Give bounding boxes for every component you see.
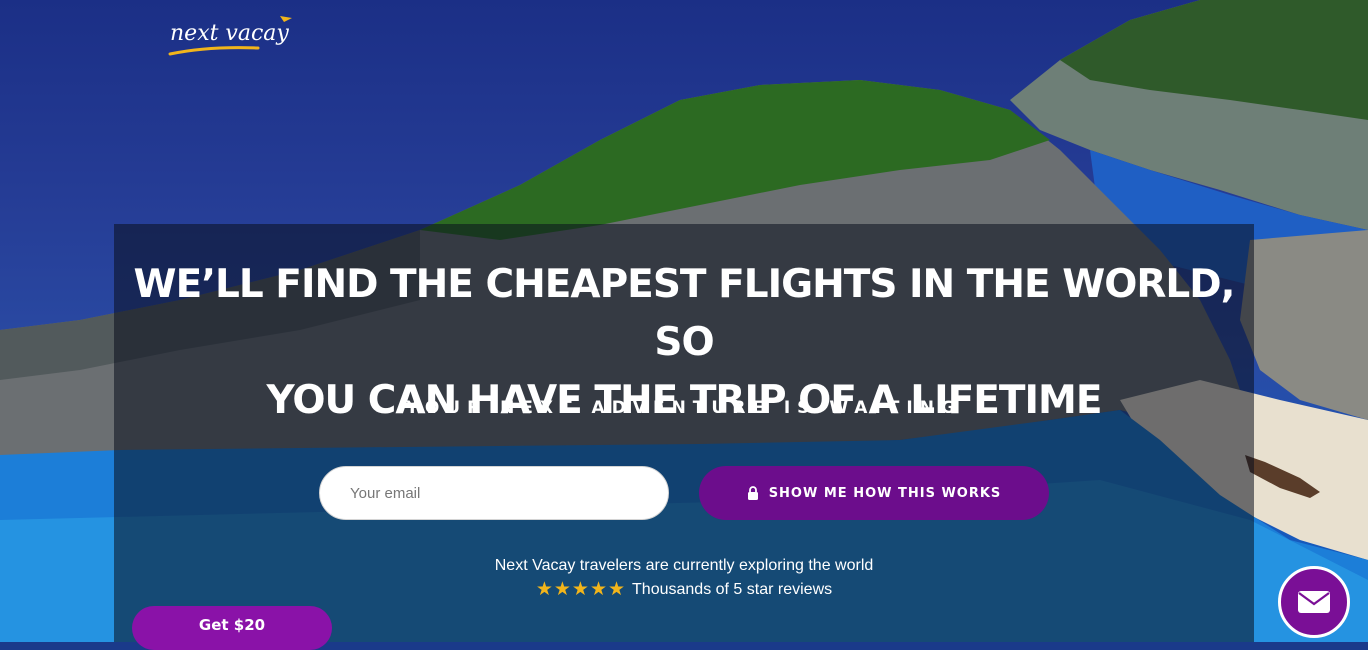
mail-icon — [1298, 591, 1330, 613]
get-20-referral-button[interactable]: Get $20 — [132, 606, 332, 650]
svg-text:next vacay: next vacay — [170, 21, 289, 46]
show-me-how-button[interactable]: SHOW ME HOW THIS WORKS — [699, 466, 1049, 520]
exploring-text: Next Vacay travelers are currently explo… — [494, 557, 874, 574]
next-vacay-logo[interactable]: next vacay — [168, 10, 298, 62]
reviews-row: ★★★★★ Thousands of 5 star reviews — [114, 580, 1254, 600]
five-star-rating-icon: ★★★★★ — [535, 579, 627, 600]
email-input[interactable] — [319, 466, 669, 520]
hero-subheadline: YOUR NEXT ADVENTURE IS WAITING — [406, 398, 962, 418]
cta-label: SHOW ME HOW THIS WORKS — [768, 485, 1002, 501]
reviews-text: Thousands of 5 star reviews — [632, 581, 833, 598]
headline-line-1: WE’LL FIND THE CHEAPEST FLIGHTS IN THE W… — [133, 262, 1236, 365]
chat-mail-button[interactable] — [1278, 566, 1350, 638]
lock-icon — [747, 486, 758, 500]
